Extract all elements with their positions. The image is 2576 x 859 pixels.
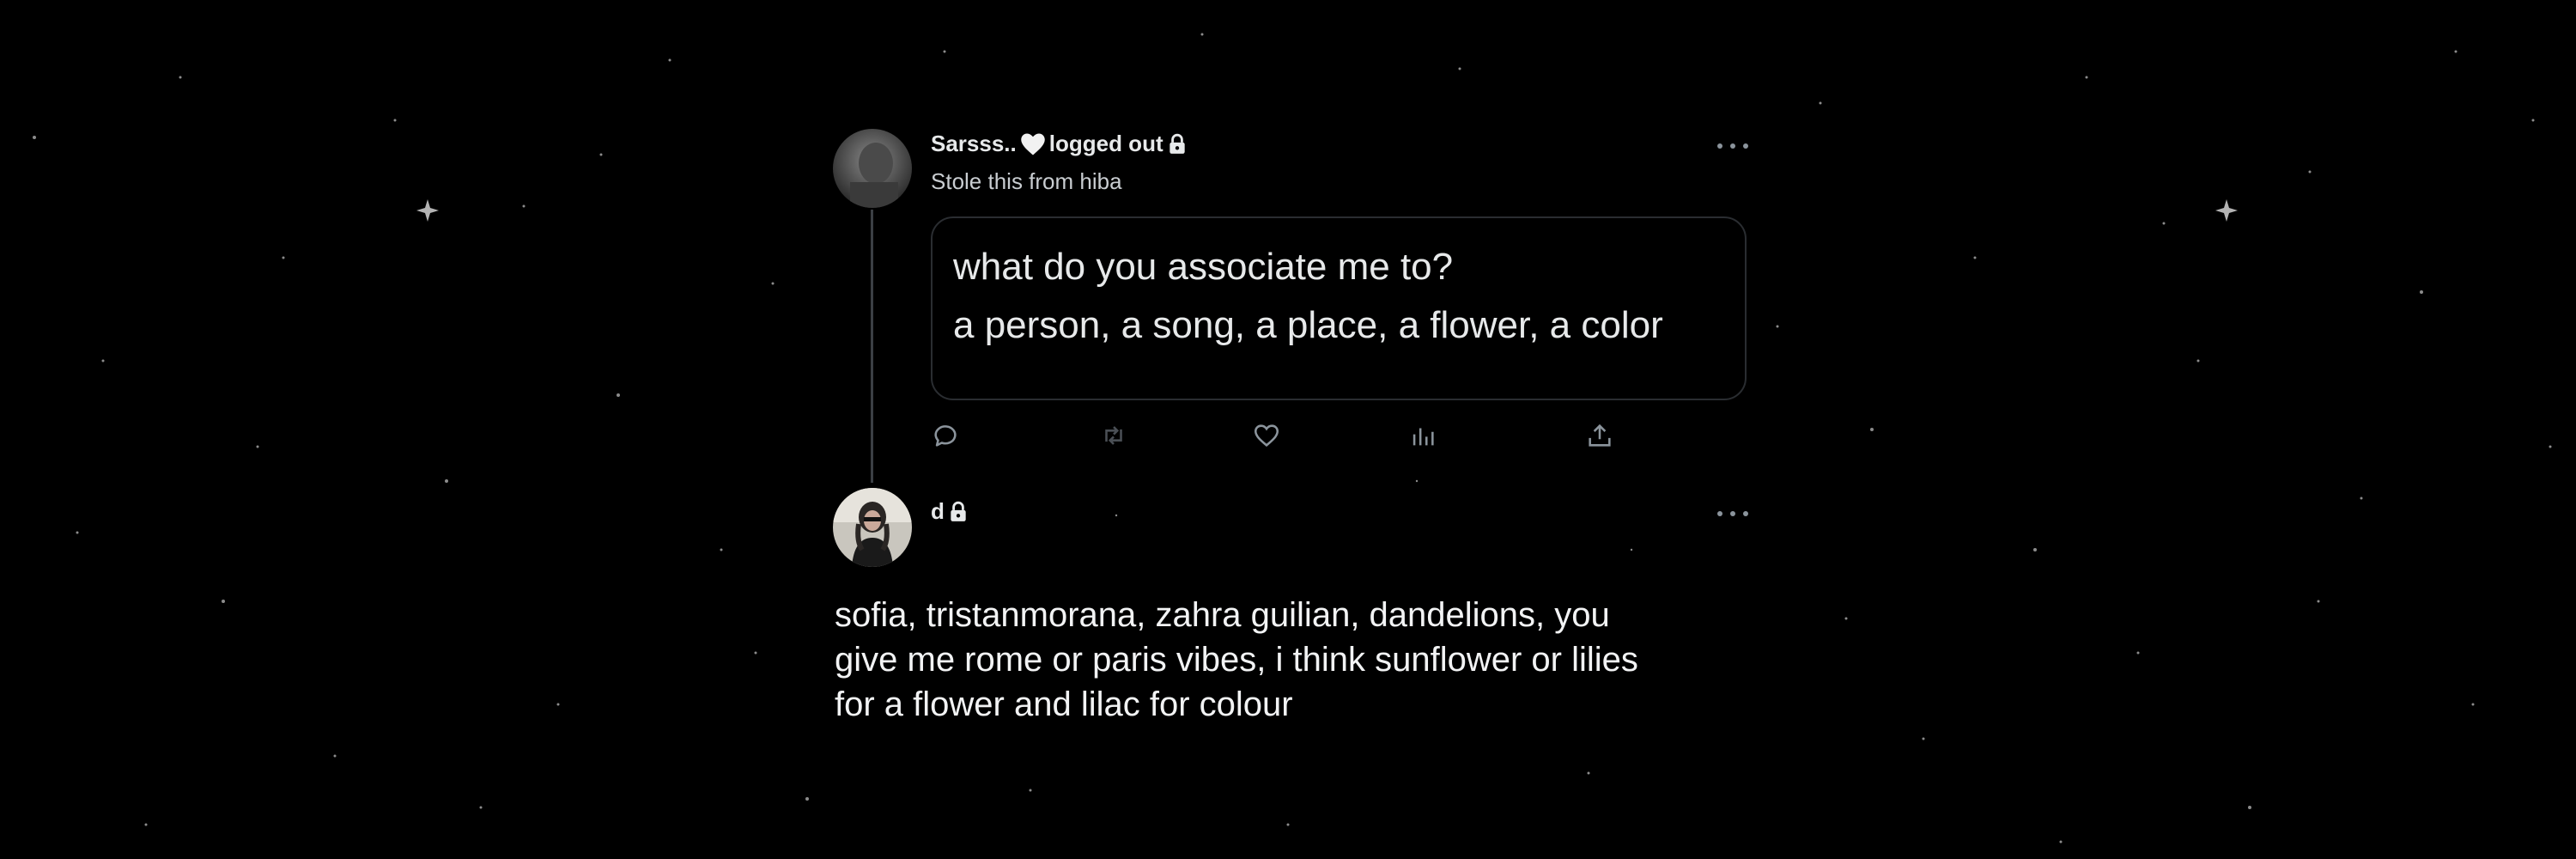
quoted-post-card[interactable]: what do you associate me to? a person, a…: [931, 216, 1747, 400]
user-avatar-image: [833, 488, 912, 567]
user-avatar-image: [833, 129, 912, 208]
avatar[interactable]: [833, 488, 912, 567]
heart-icon: [1021, 133, 1045, 155]
post-subtitle: Stole this from hiba: [931, 168, 1122, 194]
lock-icon: [1169, 133, 1185, 154]
author-name[interactable]: Sarsss..: [931, 131, 1017, 157]
avatar[interactable]: [833, 129, 912, 208]
reply-text-line: sofia, tristanmorana, zahra guilian, dan…: [835, 596, 1610, 634]
more-options-icon[interactable]: [1717, 141, 1748, 151]
views-icon[interactable]: [1408, 421, 1437, 450]
like-icon[interactable]: [1252, 421, 1281, 450]
author-status: logged out: [1048, 131, 1163, 156]
lock-icon: [951, 501, 966, 521]
more-options-icon[interactable]: [1717, 509, 1748, 519]
reply-text: sofia, tristanmorana, zahra guilian, dan…: [835, 593, 1745, 727]
quote-line-2: a person, a song, a place, a flower, a c…: [953, 304, 1663, 346]
reply-icon[interactable]: [931, 421, 960, 450]
reply-text-line: give me rome or paris vibes, i think sun…: [835, 641, 1638, 679]
quote-line-1: what do you associate me to?: [953, 246, 1454, 288]
retweet-icon[interactable]: [1099, 421, 1128, 450]
share-icon[interactable]: [1585, 421, 1614, 450]
action-bar: [0, 421, 2576, 459]
reply-text-line: for a flower and lilac for colour: [835, 685, 1293, 723]
reply-author-name-row[interactable]: d: [931, 498, 969, 525]
author-name-row[interactable]: Sarsss.. logged out: [931, 131, 1188, 157]
reply-author-name[interactable]: d: [931, 498, 945, 525]
